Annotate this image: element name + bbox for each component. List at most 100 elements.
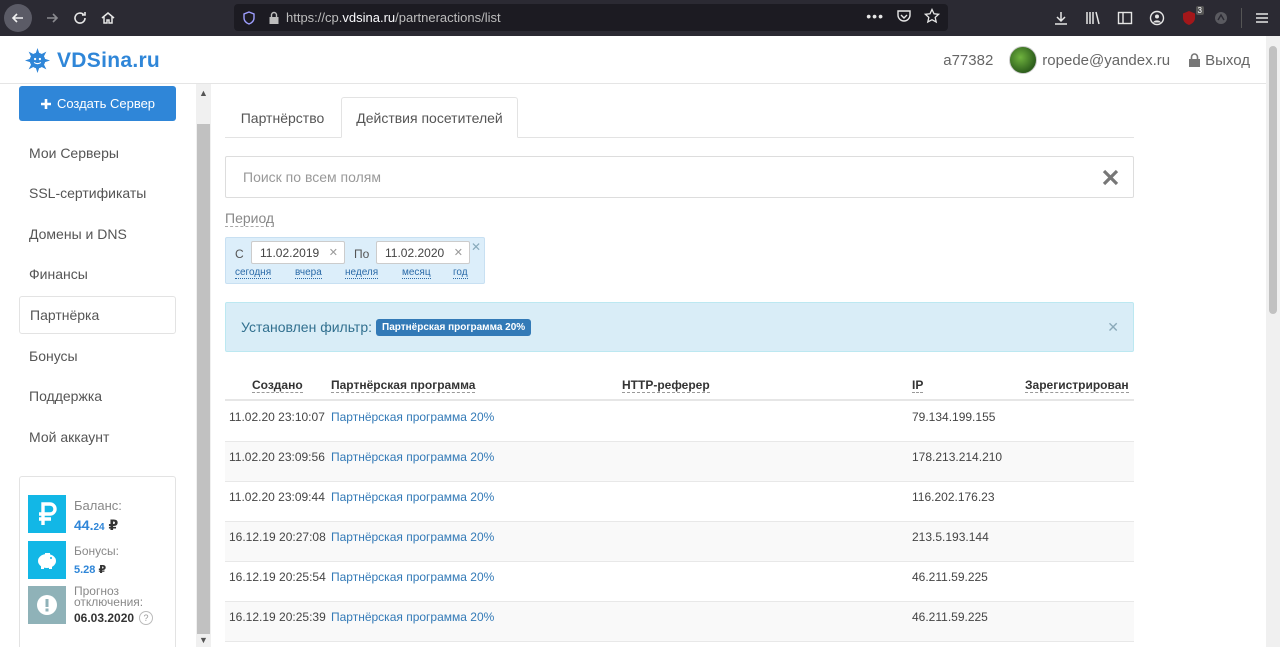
- cell-program-link[interactable]: Партнёрская программа 20%: [331, 530, 494, 544]
- quick-week[interactable]: неделя: [345, 267, 379, 279]
- sidebar-icon: [1117, 11, 1133, 25]
- extension-button[interactable]: [1209, 6, 1233, 30]
- piggy-bank-icon: [28, 541, 66, 579]
- quick-month[interactable]: месяц: [402, 267, 431, 279]
- sidebar-item-servers[interactable]: Мои Серверы: [19, 134, 176, 172]
- from-label: С: [235, 247, 244, 261]
- close-icon[interactable]: ✕: [471, 240, 481, 254]
- period-filter: С 11.02.2019 ✕ По 11.02.2020 ✕ ✕ сегодня в…: [225, 237, 485, 284]
- url-text: https://cp.vdsina.ru/partneractions/list: [286, 10, 501, 25]
- pocket-icon[interactable]: [896, 8, 912, 24]
- reload-icon: [74, 12, 86, 24]
- reload-button[interactable]: [66, 4, 94, 32]
- clear-from-icon[interactable]: ✕: [329, 246, 338, 259]
- account-button[interactable]: [1145, 6, 1169, 30]
- ublock-icon: [1183, 11, 1195, 25]
- cell-program-link[interactable]: Партнёрская программа 20%: [331, 570, 494, 584]
- search-input[interactable]: [243, 169, 1083, 185]
- sidebar-item-account[interactable]: Мой аккаунт: [19, 418, 176, 456]
- quick-year[interactable]: год: [453, 267, 468, 279]
- sidebar: Создать Сервер Мои Серверы SSL-сертифика…: [0, 84, 196, 647]
- sidebar-item-finance[interactable]: Финансы: [19, 255, 176, 293]
- logo-text: VDSina.ru: [57, 48, 161, 72]
- sidebar-item-domains[interactable]: Домены и DNS: [19, 215, 176, 253]
- help-icon[interactable]: ?: [139, 611, 154, 625]
- browser-toolbar: https://cp.vdsina.ru/partneractions/list…: [0, 0, 1280, 36]
- downloads-button[interactable]: [1049, 6, 1073, 30]
- clear-to-icon[interactable]: ✕: [454, 246, 463, 259]
- create-server-button[interactable]: Создать Сервер: [19, 86, 176, 121]
- column-referer[interactable]: HTTP-реферер: [622, 378, 710, 393]
- cell-ip: 46.211.59.225: [912, 570, 988, 584]
- home-button[interactable]: [94, 4, 122, 32]
- arrow-right-icon: [47, 13, 59, 23]
- cell-program-link[interactable]: Партнёрская программа 20%: [331, 490, 494, 504]
- search-box: [225, 156, 1134, 198]
- bookmark-star-icon[interactable]: [924, 8, 940, 24]
- scroll-up-icon[interactable]: ▲: [196, 86, 211, 100]
- create-server-label: Создать Сервер: [56, 96, 156, 111]
- page-actions-icon[interactable]: •••: [866, 8, 884, 24]
- table-row: 11.02.20 23:10:07 Партнёрская программа …: [225, 402, 1134, 442]
- address-bar[interactable]: https://cp.vdsina.ru/partneractions/list…: [234, 4, 948, 31]
- sidebar-scrollbar[interactable]: ▲ ▼: [196, 84, 211, 647]
- library-icon: [1086, 11, 1100, 25]
- cell-ip: 79.134.199.155: [912, 410, 996, 424]
- avatar[interactable]: [1009, 46, 1038, 74]
- shield-icon[interactable]: [242, 10, 256, 25]
- menu-button[interactable]: [1250, 6, 1274, 30]
- scroll-down-icon[interactable]: ▼: [196, 633, 211, 647]
- lock-icon: [1189, 53, 1201, 67]
- tab-partnership[interactable]: Партнёрство: [225, 97, 340, 138]
- period-label[interactable]: Период: [225, 210, 275, 227]
- bonus-label: Бонусы:: [74, 544, 119, 558]
- column-ip[interactable]: IP: [912, 378, 924, 393]
- cell-ip: 213.5.193.144: [912, 530, 989, 544]
- close-icon[interactable]: ✕: [1107, 319, 1119, 336]
- account-icon: [1149, 10, 1165, 26]
- sidebar-item-ssl[interactable]: SSL-сертификаты: [19, 174, 176, 212]
- filter-text: Установлен фильтр:: [241, 319, 373, 335]
- to-label: По: [354, 247, 370, 261]
- back-button[interactable]: [4, 4, 32, 32]
- cell-created: 11.02.20 23:10:07: [229, 410, 325, 424]
- column-program[interactable]: Партнёрская программа: [331, 378, 476, 393]
- cell-program-link[interactable]: Партнёрская программа 20%: [331, 610, 494, 624]
- logout-button[interactable]: Выход: [1188, 52, 1250, 69]
- plus-icon: [40, 98, 51, 109]
- column-created[interactable]: Создано: [252, 378, 303, 393]
- column-registered[interactable]: Зарегистрирован: [1025, 378, 1129, 393]
- balance-value: 44.24 ₽: [74, 517, 119, 533]
- table-row: 16.12.19 20:25:39 Партнёрская программа …: [225, 602, 1134, 642]
- download-icon: [1055, 12, 1067, 25]
- to-date-input[interactable]: 11.02.2020 ✕: [376, 241, 470, 264]
- filter-badge: Партнёрская программа 20%: [376, 318, 532, 336]
- alert-icon: [28, 586, 66, 624]
- quick-yesterday[interactable]: вчера: [295, 267, 322, 279]
- account-id: a77382: [943, 51, 994, 69]
- logo-icon: [24, 47, 51, 74]
- balance-label: Баланс:: [74, 498, 122, 513]
- close-icon[interactable]: [1102, 169, 1119, 186]
- site-header: VDSina.ru a77382 ropede@yandex.ru Выход: [0, 36, 1266, 84]
- user-email[interactable]: ropede@yandex.ru: [1042, 52, 1170, 69]
- ruble-icon: [28, 495, 66, 533]
- cell-created: 16.12.19 20:27:08: [229, 530, 326, 544]
- arrow-left-icon: [11, 13, 23, 23]
- from-date-input[interactable]: 11.02.2019 ✕: [251, 241, 345, 264]
- sidebar-item-support[interactable]: Поддержка: [19, 377, 176, 415]
- cell-program-link[interactable]: Партнёрская программа 20%: [331, 450, 494, 464]
- quick-today[interactable]: сегодня: [235, 267, 272, 279]
- sidebar-toggle-button[interactable]: [1113, 6, 1137, 30]
- page-scrollbar[interactable]: [1266, 36, 1280, 647]
- forward-button[interactable]: [38, 4, 66, 32]
- ublock-button[interactable]: 3: [1177, 6, 1204, 30]
- cell-program-link[interactable]: Партнёрская программа 20%: [331, 410, 494, 424]
- sidebar-item-bonuses[interactable]: Бонусы: [19, 337, 176, 375]
- table-row: 16.12.19 20:27:08 Партнёрская программа …: [225, 522, 1134, 562]
- library-button[interactable]: [1081, 6, 1105, 30]
- tab-visitor-actions[interactable]: Действия посетителей: [341, 97, 518, 138]
- sidebar-item-partner[interactable]: Партнёрка: [19, 296, 176, 334]
- cell-created: 16.12.19 20:25:54: [229, 570, 326, 584]
- logo[interactable]: VDSina.ru: [24, 47, 160, 74]
